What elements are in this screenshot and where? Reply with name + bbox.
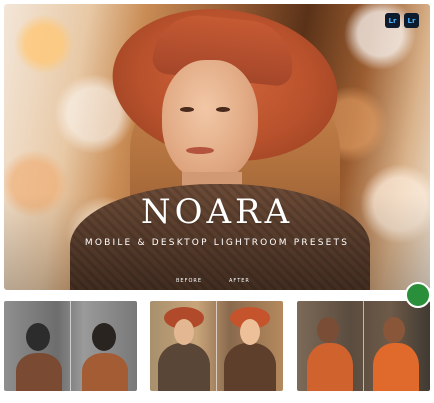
left-eye bbox=[180, 107, 194, 112]
person-body bbox=[158, 343, 210, 391]
before-after-divider bbox=[70, 301, 71, 391]
product-subtitle: MOBILE & DESKTOP LIGHTROOM PRESETS bbox=[84, 238, 350, 248]
after-label: AFTER bbox=[229, 278, 250, 284]
person-head bbox=[26, 323, 50, 351]
person-head bbox=[383, 317, 405, 343]
right-eye bbox=[216, 107, 230, 112]
watermark-logo-icon bbox=[405, 282, 431, 308]
person-body bbox=[373, 343, 419, 391]
before-after-divider bbox=[216, 301, 217, 391]
preview-thumbnail-2[interactable] bbox=[150, 301, 283, 391]
before-label: BEFORE bbox=[176, 278, 203, 284]
person-head bbox=[174, 319, 194, 345]
person-body bbox=[16, 353, 62, 391]
person-body bbox=[224, 343, 276, 391]
person-body bbox=[307, 343, 353, 391]
person-head bbox=[240, 319, 260, 345]
lightroom-badge-icon: Lr bbox=[404, 13, 419, 28]
person-body bbox=[82, 353, 128, 391]
before-after-divider bbox=[363, 301, 364, 391]
lips bbox=[186, 147, 214, 154]
lightroom-badge-icon: Lr bbox=[385, 13, 400, 28]
preview-thumbnail-1[interactable] bbox=[4, 301, 137, 391]
person-head bbox=[92, 323, 116, 351]
preview-thumbnail-3[interactable] bbox=[297, 301, 430, 391]
face bbox=[162, 60, 258, 182]
product-title: NOARA bbox=[140, 192, 294, 232]
